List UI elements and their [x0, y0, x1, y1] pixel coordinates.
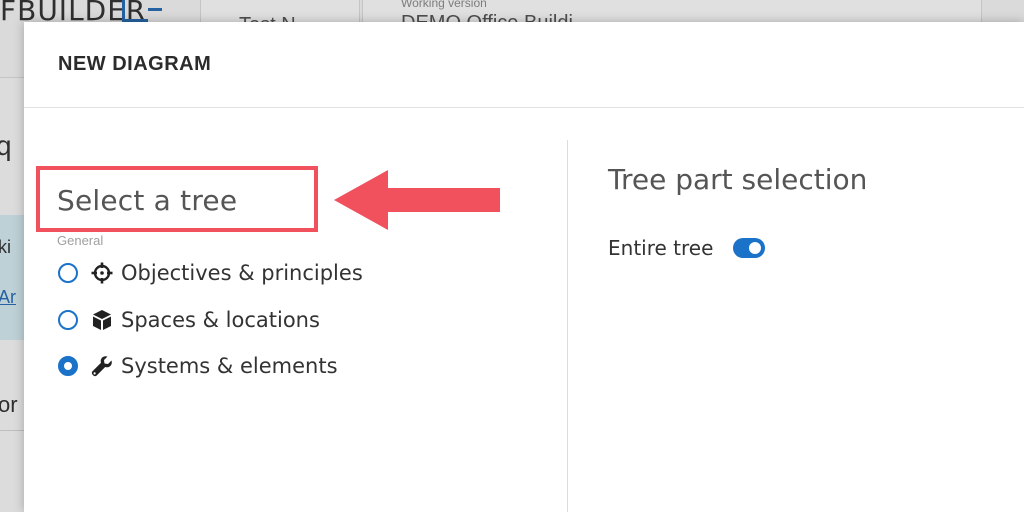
tree-part-heading: Tree part selection — [608, 163, 868, 196]
column-divider — [567, 140, 568, 512]
option-spaces-locations[interactable]: Spaces & locations — [58, 305, 320, 335]
entire-tree-toggle[interactable] — [733, 238, 766, 258]
option-label: Systems & elements — [121, 354, 338, 378]
radio-spaces-locations[interactable] — [58, 310, 78, 330]
cube-icon — [91, 309, 113, 331]
new-diagram-modal: NEW DIAGRAM Select a tree General Object… — [24, 22, 1024, 512]
radio-objectives-principles[interactable] — [58, 263, 78, 283]
option-label: Objectives & principles — [121, 261, 363, 285]
radio-systems-elements[interactable] — [58, 356, 78, 376]
wrench-icon — [91, 355, 113, 377]
option-label: Spaces & locations — [121, 308, 320, 332]
option-systems-elements[interactable]: Systems & elements — [58, 351, 338, 381]
modal-title: NEW DIAGRAM — [58, 53, 212, 75]
crosshair-icon — [91, 262, 113, 284]
select-tree-heading: Select a tree — [57, 184, 238, 217]
entire-tree-label: Entire tree — [608, 236, 714, 260]
modal-header: NEW DIAGRAM — [24, 22, 1024, 108]
option-objectives-principles[interactable]: Objectives & principles — [58, 258, 363, 288]
entire-tree-row: Entire tree — [608, 233, 766, 263]
group-label-general: General — [57, 233, 104, 248]
annotation-arrow — [334, 170, 500, 230]
tree-select-column: Select a tree General Objectives & princ… — [24, 108, 568, 512]
